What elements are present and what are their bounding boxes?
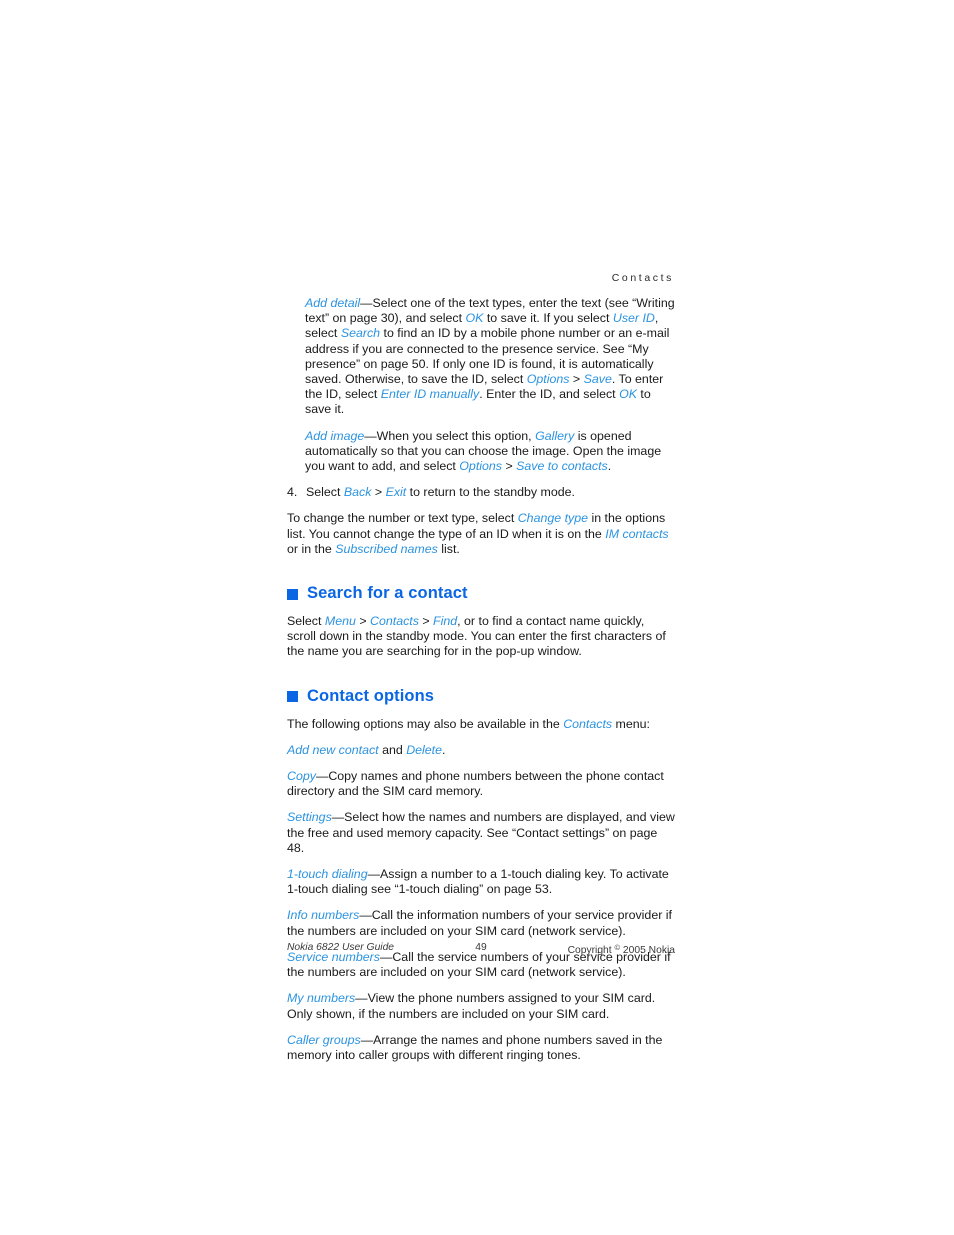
text: to return to the standby mode. [406,485,575,500]
text: —When you select this option, [364,428,536,443]
text: or in the [287,541,336,556]
term-back: Back [343,485,372,500]
section-heading-search-for-a-contact: Search for a contact [287,583,675,603]
term-add-image: Add image [305,428,365,443]
text: Select [306,485,344,500]
option-term: Add new contact [287,742,379,757]
term-menu: Menu [324,614,356,629]
paragraph-add-image: Add image—When you select this option, G… [305,429,675,475]
text: menu: [612,716,650,731]
term-options: Options [459,459,502,474]
text: . Enter the ID, and select [479,387,620,402]
text: . [607,459,612,474]
footer-copyright: Copyright © 2005 Nokia [568,941,675,958]
term-search: Search [340,326,381,341]
text: To change the number or text type, selec… [287,511,518,526]
option-term: My numbers [287,991,356,1006]
text: Select [287,614,325,629]
term-contacts: Contacts [370,614,419,629]
term-contacts: Contacts [563,716,613,731]
option-term: 1-touch dialing [287,867,368,882]
term-find: Find [433,614,458,629]
option-entry: Add new contact and Delete. [287,743,675,758]
term-im-contacts: IM contacts [605,526,669,541]
term-enter-id-manually: Enter ID manually [380,387,480,402]
option-entry: Settings—Select how the names and number… [287,810,675,856]
term-options: Options [526,372,570,387]
paragraph-search-for-a-contact: Select Menu > Contacts > Find, or to fin… [287,614,675,660]
page-footer: Nokia 6822 User Guide 49 Copyright © 200… [287,941,675,958]
term-add-detail: Add detail [305,296,361,310]
term-change-type: Change type [517,511,589,526]
separator-gt: > [418,614,434,629]
separator-gt: > [502,459,517,474]
section-heading-contact-options: Contact options [287,686,675,706]
option-term: Copy [287,769,316,784]
option-entry: My numbers—View the phone numbers assign… [287,991,675,1021]
text: list. [437,541,460,556]
term-gallery: Gallery [535,428,575,443]
option-entry: Caller groups—Arrange the names and phon… [287,1033,675,1063]
section-heading-label: Contact options [307,686,435,705]
footer-copyright-post: 2005 Nokia [620,945,675,956]
text: —Copy names and phone numbers between th… [287,769,664,799]
separator-gt: > [569,372,584,387]
paragraph-add-detail: Add detail—Select one of the text types,… [305,296,675,418]
section-heading-label: Search for a contact [307,584,468,603]
paragraph-change-type: To change the number or text type, selec… [287,511,675,557]
option-term: Settings [287,810,332,825]
square-bullet-icon [287,691,298,703]
term-subscribed-names: Subscribed names [335,541,438,556]
option-term: Caller groups [287,1032,361,1047]
option-term-2: Delete [406,742,443,757]
term-save-to-contacts: Save to contacts [516,459,608,474]
running-header: Contacts [611,272,674,284]
paragraph-contact-options-intro: The following options may also be availa… [287,717,675,732]
option-term: Info numbers [287,908,360,923]
separator-gt: > [371,485,386,500]
list-item-step-4: 4. Select Back > Exit to return to the st… [287,485,675,500]
term-save: Save [583,372,612,387]
text: The following options may also be availa… [287,716,564,731]
term-ok-2: OK [619,387,637,402]
square-bullet-icon [287,588,298,600]
text: —Select how the names and numbers are di… [287,810,675,855]
separator-gt: > [355,614,371,629]
option-entry: 1-touch dialing—Assign a number to a 1-t… [287,867,675,897]
term-ok: OK [465,311,484,326]
step-number: 4. [287,485,298,500]
option-entry: Copy—Copy names and phone numbers betwee… [287,769,675,799]
text: to save it. If you select [483,311,613,326]
text: . [442,742,446,757]
document-page: Contacts Add detail—Select one of the te… [0,0,954,1235]
text: and [378,742,407,757]
footer-copyright-pre: Copyright [567,945,615,956]
term-user-id: User ID [612,311,655,326]
term-exit: Exit [385,485,407,500]
option-entry: Info numbers—Call the information number… [287,908,675,938]
